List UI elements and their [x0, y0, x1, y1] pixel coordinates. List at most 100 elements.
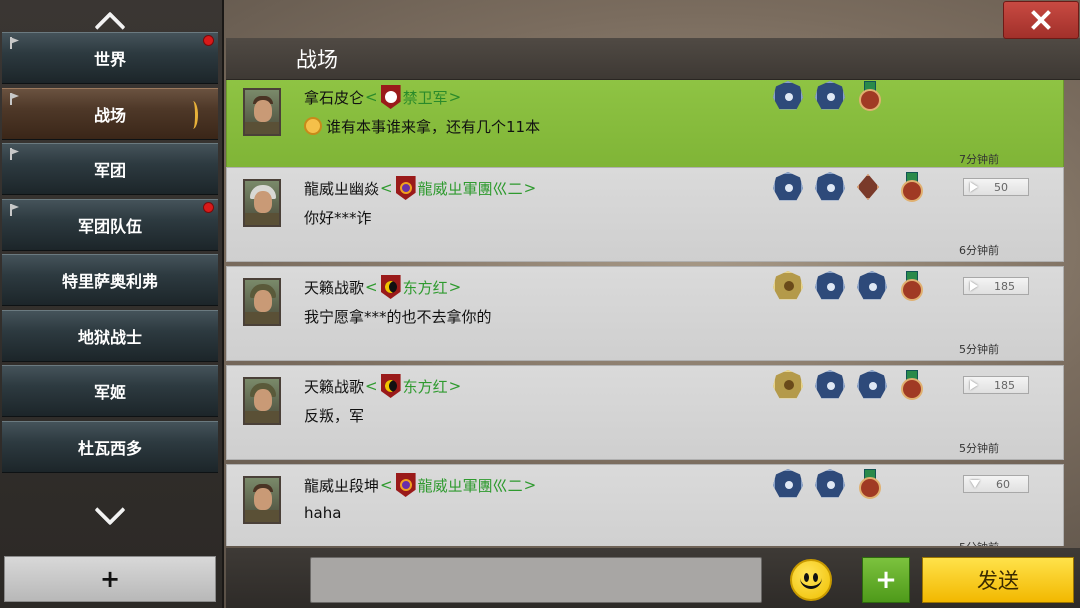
plus-button[interactable]: + — [862, 557, 910, 603]
add-channel-button[interactable]: + — [4, 556, 216, 602]
channel-label: 世界 — [93, 50, 126, 69]
like-counter[interactable]: 60 — [963, 475, 1029, 493]
like-counter[interactable]: 50 — [963, 178, 1029, 196]
channel-item[interactable]: 杜瓦西多 — [2, 420, 218, 473]
emoji-button[interactable] — [790, 559, 832, 601]
chat-input[interactable] — [310, 557, 762, 603]
medal-badge-icon — [857, 81, 881, 111]
legion-emblem-icon — [380, 275, 401, 299]
blue-badge-icon — [773, 469, 803, 498]
message-row[interactable]: 天籁战歌 < 东方红 > 我宁愿拿***的也不去拿你的 185 5分钟前 — [226, 266, 1064, 361]
message-list[interactable]: 拿石皮仑 < 禁卫军 > 谁有本事谁来拿，还有几个11本 7分钟前 龍威ㄓ幽焱 < 龍威ㄓ軍團巛… — [226, 80, 1066, 546]
channel-sidebar: 世界战场军团军团队伍特里萨奥利弗地狱战士军姬杜瓦西多 + — [0, 0, 224, 608]
sender-name[interactable]: 龍威ㄓ幽焱 — [304, 178, 379, 199]
channel-item[interactable]: 特里萨奥利弗 — [2, 254, 218, 306]
bracket-close: > — [523, 476, 537, 494]
scroll-down-button[interactable] — [0, 494, 220, 532]
avatar[interactable] — [243, 278, 281, 326]
avatar[interactable] — [243, 377, 281, 425]
medal-badge-icon — [899, 172, 923, 202]
like-arrow-icon — [970, 281, 978, 291]
blue-badge-icon — [773, 81, 803, 110]
blue-badge-icon — [857, 370, 887, 399]
channel-item[interactable]: 地狱战士 — [2, 309, 218, 362]
channel-label: 战场 — [93, 105, 126, 125]
send-button[interactable]: 发送 — [922, 557, 1074, 603]
like-counter[interactable]: 185 — [963, 277, 1029, 295]
channel-item[interactable]: 军团 — [2, 143, 218, 195]
page-title: 战场 — [296, 48, 338, 72]
message-text-line: 反叛，军 — [304, 405, 364, 426]
message-text: 反叛，军 — [304, 407, 365, 425]
medal-badge-icon — [899, 370, 923, 400]
like-count: 50 — [994, 180, 1008, 194]
blue-badge-icon — [773, 172, 803, 201]
channel-label: 军团队伍 — [77, 216, 142, 236]
message-text-line: haha — [304, 504, 341, 522]
sender-line: 天籁战歌 < 东方红 > — [304, 374, 462, 398]
sender-line: 龍威ㄓ幽焱 < 龍威ㄓ軍團巛二 > — [304, 176, 537, 200]
message-timestamp: 5分钟前 — [959, 539, 999, 546]
avatar[interactable] — [243, 476, 281, 524]
message-row[interactable]: 天籁战歌 < 东方红 > 反叛，军 185 5分钟前 — [226, 365, 1064, 460]
legion-name[interactable]: 东方红 — [403, 277, 448, 298]
bracket-close: > — [523, 179, 537, 197]
sender-name[interactable]: 天籁战歌 — [304, 277, 364, 298]
avatar[interactable] — [243, 88, 281, 136]
legion-emblem-icon — [380, 374, 401, 398]
pin-flag-icon — [10, 92, 22, 105]
blue-badge-icon — [815, 469, 845, 498]
message-timestamp: 7分钟前 — [959, 153, 999, 166]
message-timestamp: 6分钟前 — [959, 244, 999, 257]
message-text: 你好***诈 — [304, 209, 372, 227]
like-arrow-icon — [970, 480, 980, 488]
message-text: haha — [304, 504, 342, 522]
close-button[interactable] — [1003, 1, 1079, 39]
chevron-down-icon — [94, 494, 126, 526]
message-text: 谁有本事谁来拿，还有几个11本 — [326, 118, 541, 136]
like-arrow-icon — [970, 182, 978, 192]
message-row[interactable]: 龍威ㄓ段坤< 龍威ㄓ軍團巛二> haha 60 5分钟前 — [226, 464, 1064, 546]
message-row[interactable]: 拿石皮仑 < 禁卫军 > 谁有本事谁来拿，还有几个11本 7分钟前 — [226, 80, 1064, 171]
sender-name[interactable]: 龍威ㄓ段坤 — [304, 475, 379, 496]
blue-badge-icon — [815, 370, 845, 399]
bracket-open: < — [365, 278, 378, 296]
like-counter[interactable]: 185 — [963, 376, 1029, 394]
like-count: 60 — [996, 477, 1010, 491]
legion-name[interactable]: 龍威ㄓ軍團巛二 — [418, 475, 523, 496]
message-row[interactable]: 龍威ㄓ幽焱 < 龍威ㄓ軍團巛二 > 你好***诈 50 6分钟前 — [226, 167, 1064, 262]
channel-item[interactable]: 军姬 — [2, 365, 218, 417]
legion-name[interactable]: 禁卫军 — [403, 87, 448, 108]
unread-dot — [203, 35, 214, 46]
bracket-open: < — [380, 476, 393, 494]
chat-header: 战场 — [226, 38, 1080, 80]
legion-name[interactable]: 东方红 — [403, 376, 448, 397]
ok-hand-emoji-icon — [304, 117, 322, 135]
sender-name[interactable]: 拿石皮仑 — [304, 87, 364, 108]
message-text: 我宁愿拿***的也不去拿你的 — [304, 308, 492, 326]
bracket-open: < — [380, 179, 393, 197]
message-timestamp: 5分钟前 — [959, 442, 999, 455]
legion-emblem-icon — [380, 85, 401, 109]
channel-label: 军姬 — [93, 383, 126, 402]
bracket-close: > — [448, 377, 462, 395]
channel-item[interactable]: 世界 — [2, 32, 218, 84]
channel-item[interactable]: 战场 — [2, 87, 218, 140]
sender-line: 天籁战歌 < 东方红 > — [304, 275, 462, 299]
pin-flag-icon — [10, 37, 22, 49]
channel-item[interactable]: 军团队伍 — [2, 198, 218, 251]
avatar[interactable] — [243, 179, 281, 227]
diamond-badge-icon — [857, 174, 879, 200]
channel-label: 地狱战士 — [77, 327, 142, 347]
like-count: 185 — [994, 279, 1015, 293]
bracket-open: < — [365, 88, 378, 106]
blue-badge-icon — [857, 271, 887, 300]
sender-line: 龍威ㄓ段坤 < 龍威ㄓ軍團巛二 > — [304, 473, 537, 497]
smiley-mouth — [800, 577, 822, 589]
bracket-close: > — [448, 88, 462, 106]
legion-name[interactable]: 龍威ㄓ軍團巛二 — [418, 178, 523, 199]
like-count: 185 — [994, 378, 1015, 392]
legion-emblem-icon — [395, 473, 416, 497]
message-text-line: 我宁愿拿***的也不去拿你的 — [304, 306, 492, 327]
sender-name[interactable]: 天籁战歌 — [304, 376, 364, 397]
